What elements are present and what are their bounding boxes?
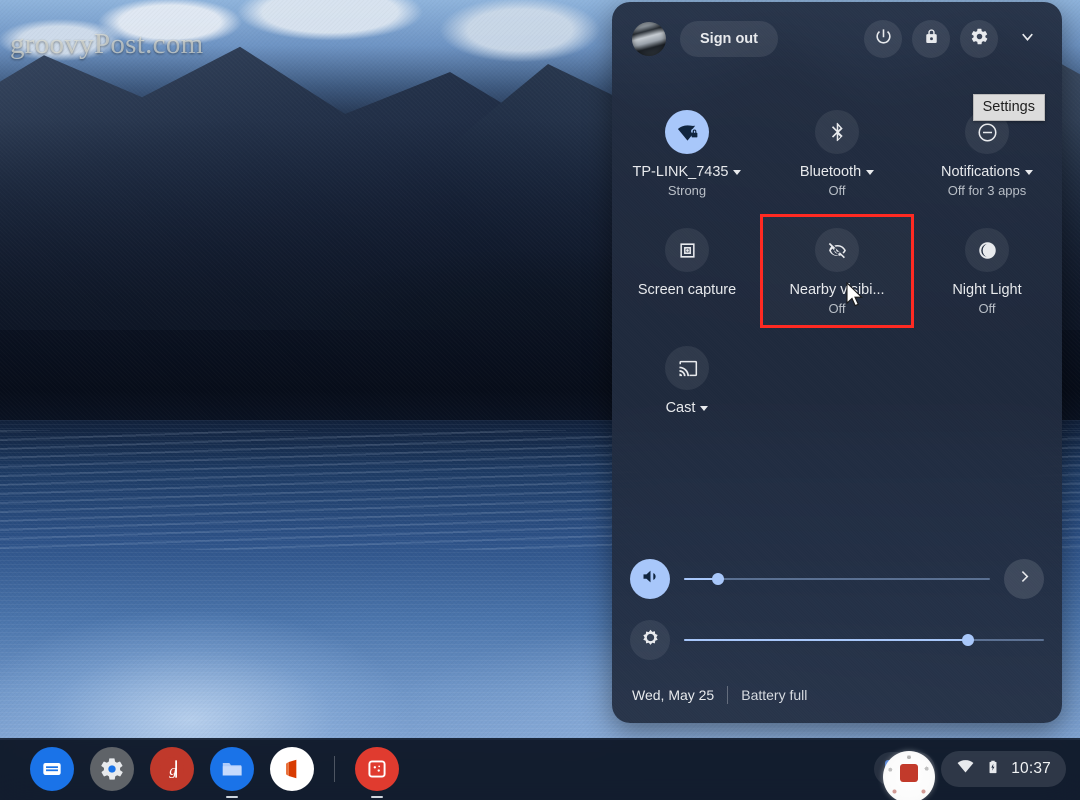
settings-app-icon[interactable] — [90, 747, 134, 791]
tile-screen-capture-label: Screen capture — [638, 282, 736, 299]
tile-network-status: Strong — [667, 183, 707, 198]
tile-nearby-visibility-label-row: Nearby visibi... — [789, 282, 884, 299]
tile-bluetooth-label-row: Bluetooth — [799, 164, 875, 181]
tile-cast-label-row: Cast — [666, 400, 709, 417]
chevron-right-icon — [1016, 568, 1033, 590]
sign-out-button[interactable]: Sign out — [680, 21, 778, 57]
screen-capture-app-icon[interactable] — [355, 747, 399, 798]
quick-settings-header: Sign out — [612, 2, 1062, 76]
tile-nearby-visibility-label: Nearby visibi... — [789, 282, 885, 298]
settings-button[interactable] — [960, 20, 998, 58]
volume-slider[interactable] — [684, 569, 990, 589]
brightness-slider[interactable] — [684, 630, 1044, 650]
tile-bluetooth-label: Bluetooth — [799, 164, 862, 180]
collapse-button[interactable] — [1010, 22, 1044, 56]
chevron-down-icon — [733, 170, 742, 175]
click-indicator — [883, 751, 935, 800]
audio-settings-button[interactable] — [1004, 559, 1044, 599]
quick-settings-panel: Sign out Settings TP-LINK_7435 Strong Bl… — [612, 2, 1062, 723]
quick-settings-tiles: TP-LINK_7435 Strong Bluetooth Off Notifi… — [612, 98, 1062, 427]
tile-nearby-visibility[interactable]: Nearby visibi... Off — [760, 214, 914, 328]
tile-night-light-status: Off — [978, 301, 996, 316]
tile-bluetooth-status: Off — [828, 183, 846, 198]
tile-screen-capture-label-text: Screen capture — [637, 282, 737, 298]
office-app-icon[interactable] — [270, 747, 314, 791]
shelf-app-list: g — [30, 738, 399, 800]
night-light-icon — [965, 228, 1009, 272]
eye-slash-icon — [815, 228, 859, 272]
files-app-icon[interactable] — [210, 747, 254, 798]
lock-icon — [922, 27, 941, 51]
wifi-icon — [956, 757, 975, 781]
user-avatar[interactable] — [632, 22, 666, 56]
tile-notifications-label: Notifications — [941, 164, 1020, 180]
tile-cast-label: Cast — [665, 400, 696, 416]
brightness-slider-fill — [684, 639, 969, 641]
lock-button[interactable] — [912, 20, 950, 58]
power-icon — [874, 27, 893, 51]
brightness-slider-thumb[interactable] — [962, 634, 975, 646]
wifi-locked-icon — [665, 110, 709, 154]
quick-settings-footer: Wed, May 25 Battery full — [612, 667, 1062, 723]
tile-cast[interactable]: Cast — [612, 334, 762, 427]
click-indicator-center — [900, 764, 918, 782]
tile-night-light-label-row: Night Light — [952, 282, 1021, 299]
app-running-indicator — [371, 795, 383, 798]
screen-capture-icon — [665, 228, 709, 272]
groovypost-app-icon[interactable]: g — [150, 747, 194, 791]
app-running-indicator — [226, 795, 238, 798]
shelf: g У ⊐ — [0, 738, 1080, 800]
volume-slider-thumb[interactable] — [711, 573, 724, 585]
tile-network-label: TP-LINK_7435 — [632, 164, 729, 180]
gear-icon — [970, 27, 989, 51]
tile-notifications-label-row: Notifications — [941, 164, 1033, 181]
clock-label: 10:37 — [1011, 760, 1051, 777]
power-button[interactable] — [864, 20, 902, 58]
brightness-icon — [640, 627, 661, 653]
tile-network[interactable]: TP-LINK_7435 Strong — [612, 98, 762, 208]
volume-slider-rail — [684, 578, 990, 580]
volume-slider-row — [612, 551, 1062, 607]
chat-app-icon[interactable] — [30, 747, 74, 791]
footer-divider — [727, 686, 729, 704]
tile-nearby-visibility-status: Off — [828, 301, 846, 316]
date-label[interactable]: Wed, May 25 — [632, 687, 714, 703]
chevron-down-icon — [866, 170, 875, 175]
brightness-slider-row — [612, 612, 1062, 668]
tile-night-light-label: Night Light — [952, 282, 1022, 298]
tile-network-label-row: TP-LINK_7435 — [633, 164, 742, 181]
volume-icon — [640, 566, 661, 592]
tile-bluetooth[interactable]: Bluetooth Off — [762, 98, 912, 208]
tile-screen-capture[interactable]: Screen capture — [612, 216, 762, 326]
shelf-separator — [334, 756, 335, 782]
desktop: groovyPost.com Sign out Settings TP-LINK… — [0, 0, 1080, 800]
status-tray-button[interactable]: 10:37 — [941, 751, 1066, 787]
tile-night-light[interactable]: Night Light Off — [912, 216, 1062, 326]
tile-notifications-status: Off for 3 apps — [947, 183, 1027, 198]
settings-tooltip: Settings — [972, 94, 1045, 121]
chevron-down-icon — [1018, 27, 1037, 51]
chevron-down-icon — [1024, 170, 1033, 175]
chevron-down-icon — [700, 406, 709, 411]
battery-charging-icon — [985, 759, 1001, 780]
battery-label[interactable]: Battery full — [741, 687, 807, 703]
volume-button[interactable] — [630, 559, 670, 599]
brightness-button[interactable] — [630, 620, 670, 660]
watermark: groovyPost.com — [10, 28, 204, 60]
bluetooth-icon — [815, 110, 859, 154]
cast-icon — [665, 346, 709, 390]
